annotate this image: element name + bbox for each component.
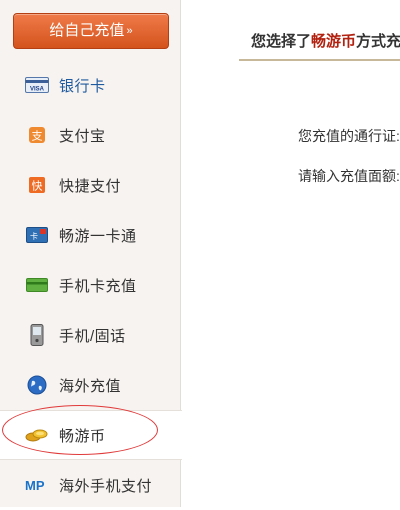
globe-icon <box>25 373 49 397</box>
sidebar-item-label: 畅游币 <box>59 427 106 445</box>
coins-icon <box>25 423 49 447</box>
phone-card-icon <box>25 273 49 297</box>
svg-text:快: 快 <box>32 180 43 193</box>
sidebar-item-bank-card[interactable]: VISA 银行卡 <box>0 60 181 110</box>
sidebar-item-label: 银行卡 <box>59 77 106 95</box>
svg-text:支: 支 <box>32 130 43 143</box>
sidebar-item-changyou-coin[interactable]: 畅游币 <box>0 410 182 460</box>
quick-pay-icon: 快 <box>25 173 49 197</box>
sidebar-item-quick-pay[interactable]: 快 快捷支付 <box>0 160 181 210</box>
sidebar-item-mobile-landline[interactable]: 手机/固话 <box>0 310 181 360</box>
selected-method-name: 畅游币 <box>311 33 357 50</box>
account-label: 您充值的通行证: <box>298 128 400 144</box>
sidebar-item-label: 手机/固话 <box>59 327 126 345</box>
sidebar-item-label: 手机卡充值 <box>59 277 137 295</box>
sidebar-item-alipay[interactable]: 支 支付宝 <box>0 110 181 160</box>
sidebar-item-phone-card[interactable]: 手机卡充值 <box>0 260 181 310</box>
sidebar-item-label: 海外充值 <box>59 377 122 395</box>
svg-text:VISA: VISA <box>30 87 45 93</box>
topup-self-label: 给自己充值 <box>49 22 125 39</box>
payment-method-sidebar: 给自己充值» VISA 银行卡 支 支付宝 快 快捷支付 卡 畅游一卡通 手机卡… <box>0 0 182 510</box>
sidebar-item-label: 海外手机支付 <box>59 477 153 495</box>
sidebar-item-label: 畅游一卡通 <box>59 227 137 245</box>
bank-card-icon: VISA <box>25 73 49 97</box>
alipay-icon: 支 <box>25 123 49 147</box>
svg-text:卡: 卡 <box>30 231 38 241</box>
selected-method-heading: 您选择了畅游币方式充 <box>251 30 400 51</box>
payment-main-panel: 您选择了畅游币方式充 您充值的通行证: 请输入充值面额: <box>181 0 400 507</box>
mobile-phone-icon <box>25 323 49 347</box>
sidebar-item-changyou-card[interactable]: 卡 畅游一卡通 <box>0 210 181 260</box>
amount-label: 请输入充值面额: <box>298 168 400 184</box>
heading-suffix: 方式充 <box>356 33 400 50</box>
sidebar-item-label: 支付宝 <box>59 127 106 145</box>
svg-text:MP: MP <box>25 478 45 493</box>
topup-self-button[interactable]: 给自己充值» <box>13 13 169 49</box>
changyou-card-icon: 卡 <box>25 223 49 247</box>
chevron-down-icon: » <box>126 25 133 37</box>
sidebar-item-overseas-topup[interactable]: 海外充值 <box>0 360 181 410</box>
sidebar-item-overseas-mobile-pay[interactable]: MP 海外手机支付 <box>0 460 181 510</box>
heading-prefix: 您选择了 <box>251 33 312 50</box>
mp-logo-icon: MP <box>25 473 49 497</box>
sidebar-item-label: 快捷支付 <box>59 177 122 195</box>
heading-divider <box>239 59 400 61</box>
